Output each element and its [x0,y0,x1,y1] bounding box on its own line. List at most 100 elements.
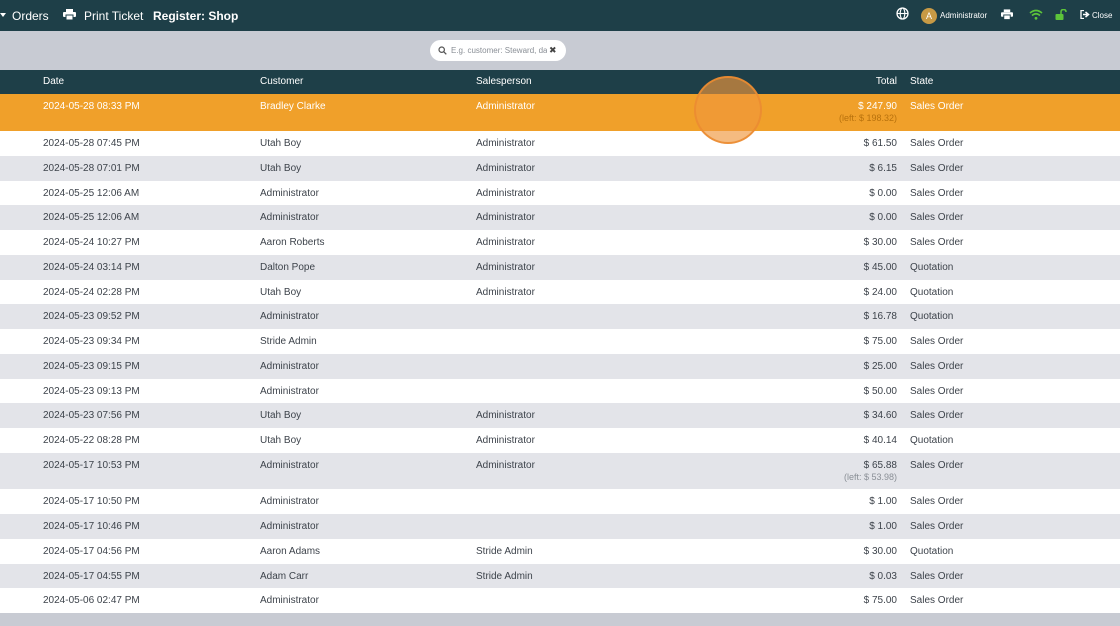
table-row[interactable]: 2024-05-17 10:50 PM Administrator $ 1.00… [0,489,1120,514]
row-date: 2024-05-23 09:52 PM [43,311,140,323]
printer-icon [1001,7,1013,25]
row-total: $ 1.00 [869,521,897,532]
print-ticket-button[interactable]: Print Ticket [63,0,143,31]
row-salesperson: Administrator [476,237,535,248]
row-date: 2024-05-28 08:33 PM [43,101,140,112]
table-row-selected[interactable]: 2024-05-28 08:33 PM Bradley Clarke Admin… [0,94,1120,131]
row-total-amount: $ 247.90 [858,101,897,112]
connection-status-button[interactable] [1029,0,1043,31]
row-state: Sales Order [910,521,964,532]
row-date: 2024-05-25 12:06 AM [43,212,140,224]
table-row[interactable]: 2024-05-17 10:46 PM Administrator $ 1.00… [0,514,1120,539]
search-box[interactable]: ✖ [430,40,566,61]
table-row[interactable]: 2024-05-17 04:56 PM Aaron Adams Stride A… [0,538,1120,564]
language-button[interactable] [896,0,909,31]
header-customer[interactable]: Customer [260,76,303,87]
sign-out-icon [1080,9,1090,21]
row-date: 2024-05-17 10:46 PM [43,521,140,532]
row-state: Sales Order [910,385,964,397]
row-state: Sales Order [910,162,964,174]
row-total: $ 24.00 [863,286,897,298]
table-row[interactable]: 2024-05-23 09:15 PM Administrator $ 25.0… [0,353,1120,379]
click-indicator [694,76,762,144]
user-menu-button[interactable]: A Administrator [921,0,987,31]
table-row[interactable]: 2024-05-25 12:06 AM Administrator Admini… [0,180,1120,206]
row-total: $ 30.00 [863,237,897,248]
row-date: 2024-05-17 04:56 PM [43,545,140,557]
row-total: $ 40.14 [863,435,897,446]
row-total: $ 16.78 [863,311,897,323]
printer-status-button[interactable] [1001,0,1013,31]
row-date: 2024-05-25 12:06 AM [43,187,140,199]
row-customer: Administrator [260,212,319,224]
header-date[interactable]: Date [43,76,64,87]
row-salesperson: Administrator [476,286,535,298]
table-row[interactable]: 2024-05-17 10:53 PM Administrator Admini… [0,452,1120,490]
avatar: A [921,7,937,24]
table-row[interactable]: 2024-05-17 04:55 PM Adam Carr Stride Adm… [0,563,1120,589]
row-state: Sales Order [910,459,964,471]
row-date: 2024-05-23 09:13 PM [43,385,140,397]
close-button[interactable]: Close [1080,0,1112,31]
row-total: $ 0.03 [869,570,897,582]
row-customer: Administrator [260,459,319,471]
table-row[interactable]: 2024-05-06 02:47 PM Administrator $ 75.0… [0,588,1120,613]
row-state: Quotation [910,545,954,557]
row-salesperson: Administrator [476,162,535,174]
lock-screen-button[interactable] [1055,0,1067,31]
table-row[interactable]: 2024-05-22 08:28 PM Utah Boy Administrat… [0,428,1120,453]
search-input[interactable] [451,46,547,55]
print-ticket-label: Print Ticket [84,8,144,23]
table-row[interactable]: 2024-05-23 07:56 PM Utah Boy Administrat… [0,403,1120,428]
orders-table-header: Date Customer Salesperson Total State [0,70,1120,94]
table-row[interactable]: 2024-05-24 02:28 PM Utah Boy Administrat… [0,279,1120,305]
row-date: 2024-05-17 04:55 PM [43,570,140,582]
orders-menu-button[interactable]: Orders [0,0,49,31]
clear-icon[interactable]: ✖ [549,45,557,56]
row-salesperson: Administrator [476,138,535,149]
table-row[interactable]: 2024-05-25 12:06 AM Administrator Admini… [0,205,1120,230]
register-title: Register: Shop [153,8,239,23]
table-row[interactable]: 2024-05-23 09:13 PM Administrator $ 50.0… [0,378,1120,404]
row-state: Sales Order [910,101,964,112]
row-state: Sales Order [910,237,964,248]
row-customer: Utah Boy [260,435,302,446]
header-state[interactable]: State [910,76,933,87]
row-date: 2024-05-24 10:27 PM [43,237,140,248]
table-row[interactable]: 2024-05-23 09:34 PM Stride Admin $ 75.00… [0,329,1120,354]
row-total: $ 61.50 [863,138,897,149]
orders-table-body: 2024-05-28 08:33 PM Bradley Clarke Admin… [0,94,1120,613]
row-customer: Bradley Clarke [260,101,326,112]
row-total: $ 34.60 [863,410,897,422]
wifi-icon [1029,7,1043,25]
table-row[interactable]: 2024-05-24 10:27 PM Aaron Roberts Admini… [0,230,1120,255]
row-date: 2024-05-23 09:15 PM [43,360,140,372]
table-row[interactable]: 2024-05-28 07:01 PM Utah Boy Administrat… [0,155,1120,181]
row-amount-left: (left: $ 53.98) [843,471,897,482]
row-salesperson: Stride Admin [476,570,533,582]
table-row[interactable]: 2024-05-28 07:45 PM Utah Boy Administrat… [0,131,1120,156]
row-salesperson: Administrator [476,101,535,112]
row-salesperson: Administrator [476,410,535,422]
row-salesperson: Administrator [476,459,535,471]
row-total: $ 75.00 [863,595,897,607]
row-salesperson: Administrator [476,212,535,224]
row-state: Sales Order [910,360,964,372]
printer-icon [63,8,76,23]
user-name: Administrator [940,11,988,20]
table-row[interactable]: 2024-05-23 09:52 PM Administrator $ 16.7… [0,304,1120,329]
unlock-icon [1055,7,1067,25]
row-total: $ 30.00 [863,545,897,557]
row-date: 2024-05-28 07:45 PM [43,138,140,149]
header-salesperson[interactable]: Salesperson [476,76,532,87]
row-total: $ 0.00 [869,212,897,224]
row-customer: Administrator [260,521,319,532]
row-date: 2024-05-24 03:14 PM [43,261,140,273]
row-total: $ 25.00 [863,360,897,372]
row-state: Quotation [910,435,954,446]
row-salesperson: Administrator [476,261,535,273]
table-row[interactable]: 2024-05-24 03:14 PM Dalton Pope Administ… [0,254,1120,280]
caret-down-icon [0,13,6,17]
row-customer: Aaron Roberts [260,237,325,248]
header-total[interactable]: Total [876,76,897,87]
